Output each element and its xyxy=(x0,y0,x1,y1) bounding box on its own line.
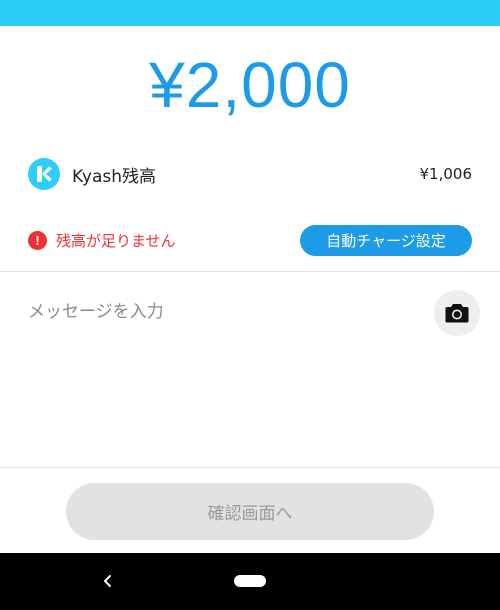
back-chevron-icon[interactable] xyxy=(98,571,118,591)
navigation-bar xyxy=(0,553,500,610)
payment-amount[interactable]: ¥2,000 xyxy=(0,50,500,120)
exclamation-icon: ! xyxy=(28,230,47,250)
message-input[interactable] xyxy=(28,297,408,327)
balance-label: Kyash残高 xyxy=(72,166,157,187)
confirm-button[interactable]: 確認画面へ xyxy=(66,483,434,540)
warning-row: ! 残高が足りません 自動チャージ設定 xyxy=(28,224,472,256)
balance-value: ¥1,006 xyxy=(419,165,473,183)
balance-row: Kyash残高 ¥1,006 xyxy=(28,157,472,191)
camera-icon xyxy=(445,304,469,323)
insufficient-balance-text: 残高が足りません xyxy=(56,231,176,250)
divider xyxy=(0,271,500,272)
divider xyxy=(0,467,500,468)
home-pill-icon[interactable] xyxy=(234,575,266,587)
status-bar xyxy=(0,0,500,26)
kyash-logo-icon xyxy=(28,158,60,190)
camera-button[interactable] xyxy=(434,290,480,336)
auto-charge-settings-button[interactable]: 自動チャージ設定 xyxy=(300,224,472,256)
